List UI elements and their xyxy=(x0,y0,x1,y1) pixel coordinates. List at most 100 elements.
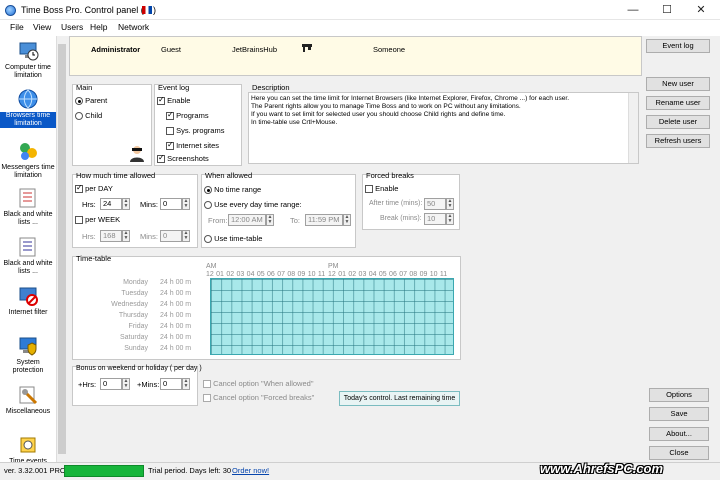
checkbox-indicator[interactable] xyxy=(157,95,165,106)
sys-programs-checkbox[interactable]: Sys. programs xyxy=(166,126,224,136)
todays-control-button[interactable]: Today's control. Last remaining time xyxy=(339,391,460,406)
sidebar-scroll-thumb[interactable] xyxy=(58,44,66,454)
every-day-range-radio[interactable]: Use every day time range: xyxy=(204,200,302,210)
sidebar-item-computer-time[interactable]: Computer time limitation xyxy=(0,40,56,80)
bonus-mins-spinner[interactable]: ▲ ▼ xyxy=(182,378,190,390)
radio-indicator[interactable] xyxy=(204,186,212,195)
every-day-label: Use every day time range: xyxy=(214,200,302,209)
after-time-input[interactable]: 50 xyxy=(424,198,446,210)
sidebar-item-internet-filter[interactable]: Internet filter xyxy=(0,285,56,317)
day-hrs-input[interactable]: 24 xyxy=(100,198,122,210)
menu-network[interactable]: Network xyxy=(118,22,149,32)
menu-users[interactable]: Users xyxy=(61,22,83,32)
screenshots-checkbox[interactable]: Screenshots xyxy=(157,153,209,164)
day-hrs-spinner[interactable]: ▲ ▼ xyxy=(122,198,130,210)
minimize-button[interactable]: — xyxy=(616,0,650,20)
parent-radio-indicator[interactable] xyxy=(75,97,83,106)
sidebar-item-lists-1[interactable]: Black and white lists ... xyxy=(0,187,56,227)
to-label: To: xyxy=(290,216,301,225)
bonus-mins-input[interactable]: 0 xyxy=(160,378,182,390)
week-mins-spinner[interactable]: ▲ ▼ xyxy=(182,230,190,242)
day-mins-spinner[interactable]: ▲ ▼ xyxy=(182,198,190,210)
to-time-input[interactable]: 11:59 PM xyxy=(305,214,343,226)
user-unnamed[interactable] xyxy=(302,44,312,52)
description-scrollbar[interactable] xyxy=(628,93,638,163)
per-day-checkbox[interactable]: per DAY xyxy=(75,183,113,194)
cancel-forced-breaks-checkbox[interactable]: Cancel option "Forced breaks" xyxy=(203,393,314,403)
to-time-spinner[interactable]: ▲ ▼ xyxy=(343,214,351,226)
options-button[interactable]: Options xyxy=(649,388,709,402)
week-hrs-input[interactable]: 168 xyxy=(100,230,122,242)
use-timetable-radio[interactable]: Use time-table xyxy=(204,234,262,244)
checkbox-indicator[interactable] xyxy=(166,110,174,121)
break-spinner[interactable]: ▲ ▼ xyxy=(446,213,454,225)
sidebar-item-browsers-time[interactable]: Browsers time limitation xyxy=(0,88,56,128)
cancel-when-allowed-checkbox[interactable]: Cancel option "When allowed" xyxy=(203,379,313,389)
delete-user-button[interactable]: Delete user xyxy=(646,115,710,129)
refresh-users-button[interactable]: Refresh users xyxy=(646,134,710,148)
hour-label: 03 xyxy=(358,271,367,278)
hour-label: 04 xyxy=(246,271,255,278)
programs-checkbox[interactable]: Programs xyxy=(166,110,209,121)
child-radio[interactable]: Child xyxy=(75,111,102,121)
child-radio-indicator[interactable] xyxy=(75,112,83,121)
checkbox-indicator[interactable] xyxy=(75,183,83,194)
screenshots-label: Screenshots xyxy=(167,154,209,163)
bonus-hrs-label: +Hrs: xyxy=(78,380,97,389)
event-log-button[interactable]: Event log xyxy=(646,39,710,53)
version-label: ver. 3.32.001 PRO xyxy=(4,466,66,475)
radio-indicator[interactable] xyxy=(204,235,212,244)
hour-label: 11 xyxy=(439,271,448,278)
order-now-link[interactable]: Order now! xyxy=(232,466,269,475)
about-button[interactable]: About... xyxy=(649,427,709,441)
sidebar-item-system-protection[interactable]: System protection xyxy=(0,335,56,375)
forced-breaks-enable-checkbox[interactable]: Enable xyxy=(365,184,398,194)
hour-label: 03 xyxy=(236,271,245,278)
day-total: 24 h 00 m xyxy=(160,301,192,308)
week-mins-input[interactable]: 0 xyxy=(160,230,182,242)
checkbox-indicator[interactable] xyxy=(166,140,174,151)
bonus-title: Bonus on weekend or holiday ( per day ) xyxy=(76,365,202,372)
checkbox-indicator[interactable] xyxy=(203,394,211,403)
sidebar-item-messengers[interactable]: Messengers time limitation xyxy=(0,140,56,180)
checkbox-indicator[interactable] xyxy=(157,153,165,164)
sidebar-item-lists-2[interactable]: Black and white lists ... xyxy=(0,236,56,276)
save-button[interactable]: Save xyxy=(649,407,709,421)
user-someone[interactable]: Someone xyxy=(373,45,405,54)
week-hrs-spinner[interactable]: ▲ ▼ xyxy=(122,230,130,242)
user-jetbrainshub[interactable]: JetBrainsHub xyxy=(232,45,277,54)
break-input[interactable]: 10 xyxy=(424,213,446,225)
hour-label: 07 xyxy=(277,271,285,278)
checkbox-indicator[interactable] xyxy=(365,185,373,194)
menu-view[interactable]: View xyxy=(33,22,51,32)
day-mins-input[interactable]: 0 xyxy=(160,198,182,210)
timetable-grid[interactable] xyxy=(210,278,454,355)
event-log-enable-checkbox[interactable]: Enable xyxy=(157,95,190,106)
parent-radio[interactable]: Parent xyxy=(75,96,107,106)
rename-user-button[interactable]: Rename user xyxy=(646,96,710,110)
bonus-hrs-spinner[interactable]: ▲ ▼ xyxy=(122,378,130,390)
menu-file[interactable]: File xyxy=(10,22,24,32)
internet-sites-checkbox[interactable]: Internet sites xyxy=(166,140,219,151)
close-window-button[interactable]: ✕ xyxy=(684,0,718,20)
user-administrator[interactable]: Administrator xyxy=(91,45,140,54)
week-mins-label: Mins: xyxy=(140,232,158,241)
sidebar-item-miscellaneous[interactable]: Miscellaneous xyxy=(0,384,56,416)
after-time-spinner[interactable]: ▲ ▼ xyxy=(446,198,454,210)
close-button[interactable]: Close xyxy=(649,446,709,460)
radio-indicator[interactable] xyxy=(204,201,212,210)
user-guest[interactable]: Guest xyxy=(161,45,181,54)
no-time-range-radio[interactable]: No time range xyxy=(204,185,261,195)
menu-help[interactable]: Help xyxy=(90,22,107,32)
from-time-spinner[interactable]: ▲ ▼ xyxy=(266,214,274,226)
after-time-label: After time (mins): xyxy=(369,200,423,207)
checkbox-indicator[interactable] xyxy=(166,127,174,136)
per-week-checkbox[interactable]: per WEEK xyxy=(75,215,120,225)
trial-label: Trial period. Days left: 30 xyxy=(148,466,232,475)
maximize-button[interactable]: ☐ xyxy=(650,0,684,20)
new-user-button[interactable]: New user xyxy=(646,77,710,91)
bonus-hrs-input[interactable]: 0 xyxy=(100,378,122,390)
checkbox-indicator[interactable] xyxy=(75,216,83,225)
from-time-input[interactable]: 12:00 AM xyxy=(228,214,266,226)
checkbox-indicator[interactable] xyxy=(203,380,211,389)
